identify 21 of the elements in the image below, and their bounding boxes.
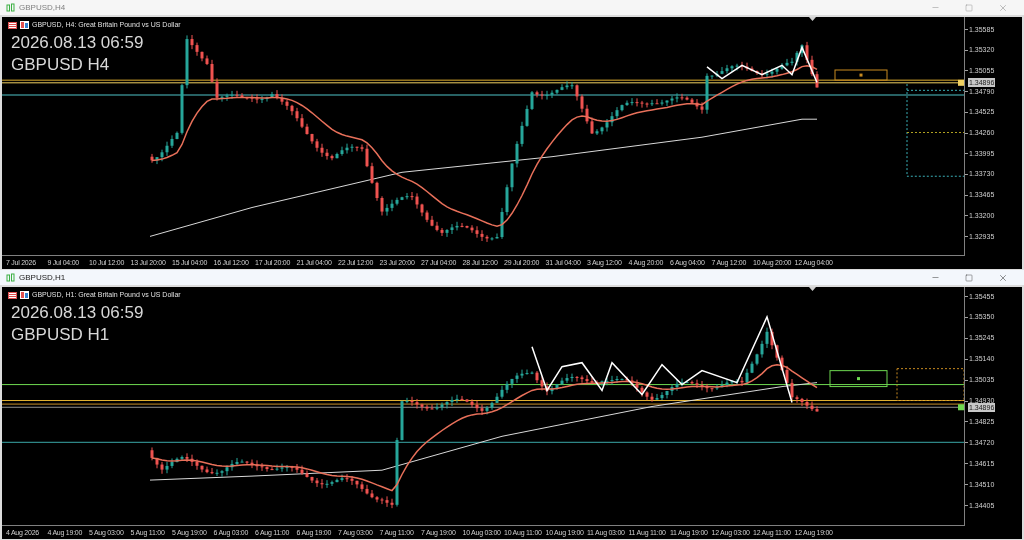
close-icon bbox=[998, 272, 1008, 283]
chart-type-icon bbox=[20, 21, 29, 30]
date-time-label: 2026.08.13 06:59 bbox=[11, 302, 144, 324]
list-icon bbox=[8, 291, 17, 299]
maximize-icon bbox=[965, 3, 973, 12]
chart-icon bbox=[6, 272, 15, 283]
rectangle-object[interactable] bbox=[829, 370, 888, 388]
symbol-label: GBPUSD H1 bbox=[11, 324, 111, 346]
symbol-label: GBPUSD H4 bbox=[11, 54, 111, 76]
rectangle-object[interactable] bbox=[834, 69, 888, 81]
list-icon bbox=[8, 21, 17, 29]
maximize-icon bbox=[965, 273, 973, 282]
line-handle-icon[interactable] bbox=[958, 404, 964, 411]
window-title: GBPUSD,H1 bbox=[19, 273, 66, 282]
chart-icon bbox=[6, 2, 15, 13]
dotted-rectangle-object bbox=[896, 368, 964, 401]
line-handle-icon[interactable] bbox=[958, 79, 964, 86]
window-title: GBPUSD,H4 bbox=[19, 3, 66, 12]
date-time-label: 2026.08.13 06:59 bbox=[11, 32, 144, 54]
close-icon bbox=[998, 2, 1008, 13]
chart-type-icon bbox=[20, 291, 29, 300]
